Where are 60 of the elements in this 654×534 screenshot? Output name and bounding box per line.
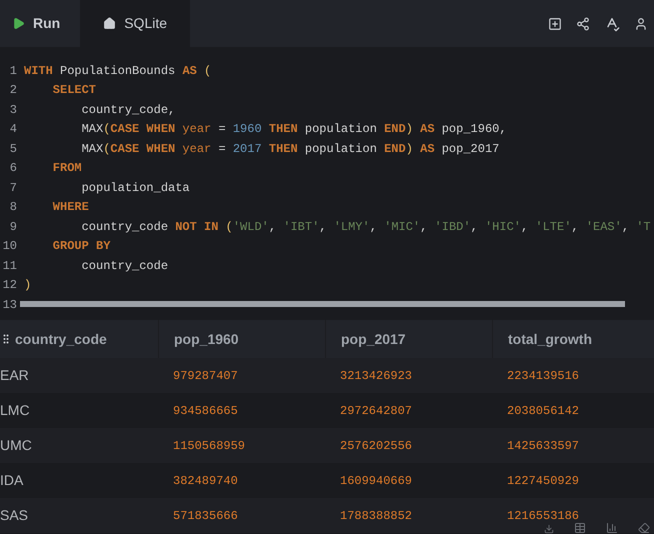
eraser-icon[interactable]	[638, 522, 650, 534]
table-cell-text: 2972642807	[340, 402, 412, 420]
line-number: 2	[8, 82, 17, 100]
code-line: country_code,	[80, 102, 176, 119]
table-cell-text: 1425633597	[507, 438, 580, 454]
table-cell-text: 2576202556	[340, 438, 412, 454]
table-cell-text: EAR	[0, 366, 29, 385]
table-cell-text: 382489740	[173, 472, 238, 490]
line-number: 7	[8, 180, 17, 197]
code-line: country_code NOT IN ('WLD', 'IBT', 'LMY', 'MIC', 'IBD', 'HIC', 'LTE', 'EAS', 'T	[80, 218, 651, 236]
table-cell-text: 1788388852	[340, 508, 412, 524]
line-number: 8	[8, 199, 17, 216]
table-cell-text: LMC	[0, 401, 30, 420]
table-icon[interactable]	[574, 522, 586, 534]
play-icon	[12, 17, 25, 30]
line-number: 4	[8, 121, 17, 138]
table-cell-text: 934586665	[173, 402, 238, 420]
add-icon[interactable]	[548, 16, 562, 30]
line-number: 1	[8, 62, 17, 80]
column-header[interactable]: pop_1960	[174, 328, 239, 350]
table-cell-text: 979287407	[173, 368, 238, 384]
line-number: 5	[8, 140, 17, 158]
line-number: 13	[2, 296, 17, 314]
code-line: WHERE	[52, 199, 89, 216]
code-line: FROM	[52, 160, 82, 178]
code-line: )	[24, 277, 32, 294]
table-cell-text: 571835666	[173, 508, 238, 524]
table-cell-text: UMC	[0, 436, 32, 455]
table-cell-text: 1609940669	[340, 472, 412, 490]
scrollbar[interactable]	[20, 301, 625, 307]
table-cell-text: SAS	[0, 506, 28, 525]
tab[interactable]: SQLite	[80, 0, 190, 47]
line-number: 11	[2, 258, 17, 275]
table-cell-text: 1216553186	[507, 508, 580, 524]
chart-icon[interactable]	[606, 522, 618, 534]
table-cell-text: 1150568959	[173, 438, 246, 454]
code-line: MAX(CASE WHEN year = 1960 THEN population END) AS pop_1960,	[80, 121, 507, 138]
home-icon	[103, 17, 116, 30]
code-line: population_data	[80, 180, 190, 197]
line-number: 3	[8, 102, 17, 119]
line-number: 10	[2, 238, 17, 256]
table-cell-text: 2234139516	[507, 368, 580, 384]
code-line: WITH PopulationBounds AS (	[24, 62, 212, 80]
line-number: 6	[8, 160, 17, 178]
code-line: SELECT	[52, 82, 96, 100]
user-icon[interactable]	[634, 16, 648, 30]
code-line: MAX(CASE WHEN year = 2017 THEN population END) AS pop_2017	[80, 140, 500, 158]
column-header[interactable]: country_code	[15, 328, 107, 350]
line-number: 9	[8, 218, 17, 236]
table-cell-text: 1227450929	[507, 472, 580, 490]
table-cell-text: 2038056142	[507, 402, 580, 420]
code-line: country_code	[80, 258, 168, 275]
download-icon[interactable]	[544, 524, 554, 534]
code-line: GROUP BY	[52, 238, 110, 256]
table-cell-text: IDA	[0, 471, 24, 490]
table-cell-text: 3213426923	[340, 368, 412, 384]
line-number: 12	[2, 277, 17, 294]
share-icon[interactable]	[576, 16, 590, 30]
column-header[interactable]: pop_2017	[341, 328, 406, 350]
column-header[interactable]: total_growth	[508, 328, 592, 350]
